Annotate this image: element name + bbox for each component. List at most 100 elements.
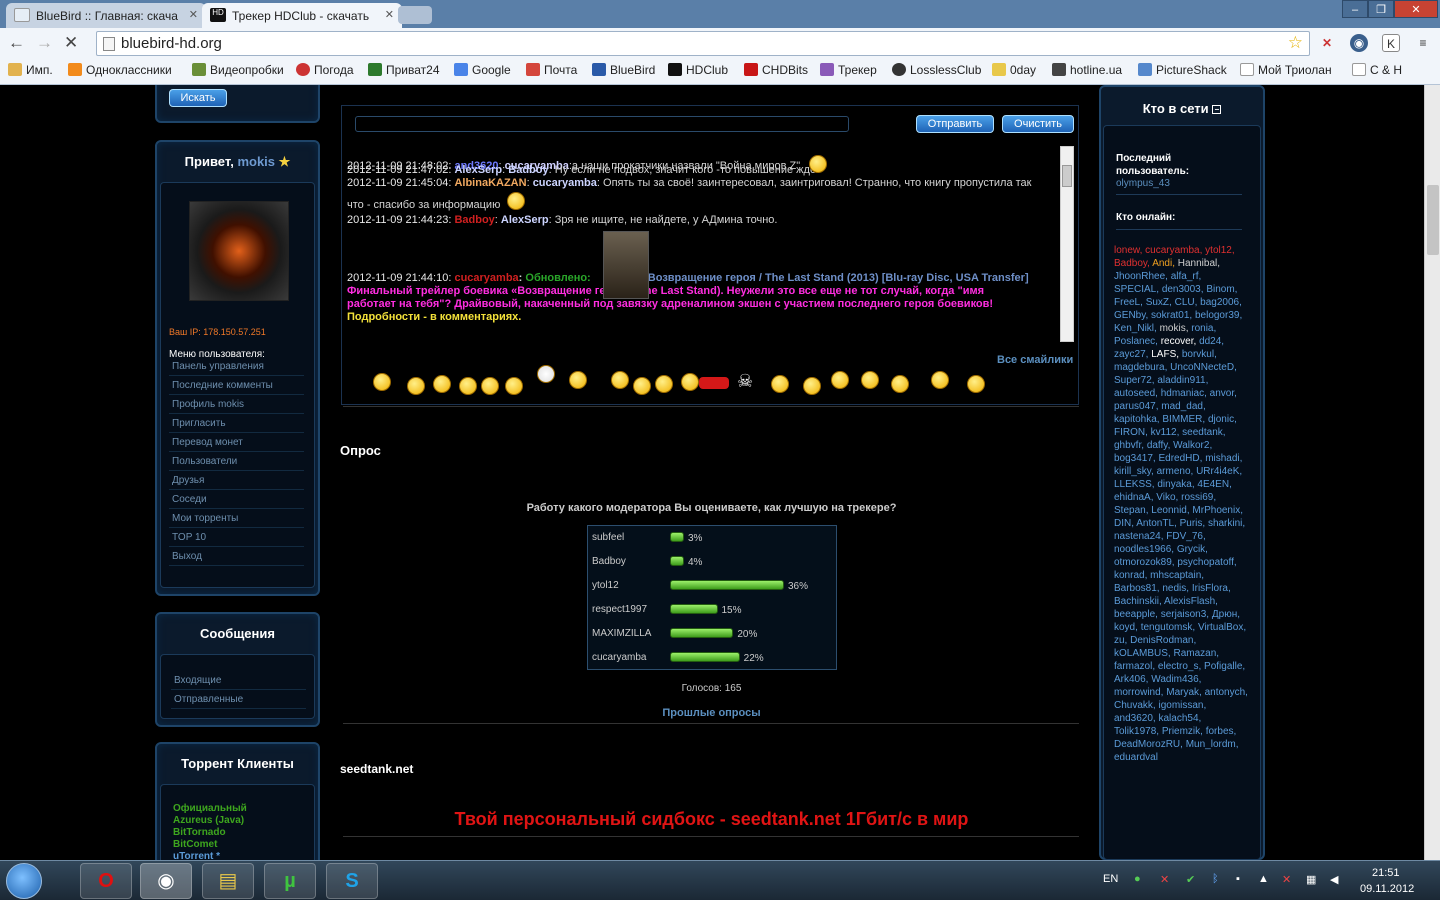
- bookmark[interactable]: 0day: [992, 63, 1036, 77]
- online-user[interactable]: Chuvakk,: [1114, 700, 1158, 711]
- tray-icon[interactable]: ●: [1134, 873, 1141, 885]
- smiley-icon[interactable]: [569, 371, 587, 389]
- online-user[interactable]: anvor,: [1210, 388, 1237, 399]
- skype-icon[interactable]: S: [326, 863, 378, 899]
- network-icon[interactable]: ▦: [1306, 873, 1316, 886]
- bookmark-folder[interactable]: Имп.: [8, 63, 53, 77]
- online-user[interactable]: ghbvfr,: [1114, 440, 1147, 451]
- close-icon[interactable]: ✕: [385, 8, 394, 21]
- online-user[interactable]: Дрюн,: [1212, 609, 1240, 620]
- online-user[interactable]: alfa_rf,: [1171, 271, 1202, 282]
- bookmark[interactable]: Мой Триолан: [1240, 63, 1332, 77]
- close-icon[interactable]: ✕: [189, 8, 198, 21]
- online-user[interactable]: Puris,: [1180, 518, 1208, 529]
- online-user[interactable]: kv112,: [1151, 427, 1183, 438]
- bookmark[interactable]: Одноклассники: [68, 63, 172, 77]
- online-user[interactable]: rossi69,: [1181, 492, 1216, 503]
- online-user[interactable]: JhoonRhee,: [1114, 271, 1171, 282]
- online-user[interactable]: zu,: [1114, 635, 1130, 646]
- menu-top10[interactable]: TOP 10: [169, 528, 304, 547]
- online-user[interactable]: konrad,: [1114, 570, 1150, 581]
- online-user[interactable]: mishadi,: [1205, 453, 1242, 464]
- online-user[interactable]: Wadim436,: [1151, 674, 1201, 685]
- online-user[interactable]: parus047,: [1114, 401, 1161, 412]
- menu-profile[interactable]: Профиль mokis: [169, 395, 304, 414]
- online-user[interactable]: farmazol,: [1114, 661, 1158, 672]
- stop-icon[interactable]: ✕: [64, 33, 78, 53]
- smiley-icon[interactable]: [611, 371, 629, 389]
- avatar[interactable]: [189, 201, 289, 301]
- online-user[interactable]: Barbos81,: [1114, 583, 1162, 594]
- client-link[interactable]: BitComet: [173, 839, 247, 851]
- menu-users[interactable]: Пользователи: [169, 452, 304, 471]
- online-user[interactable]: Andi,: [1152, 258, 1178, 269]
- online-user[interactable]: Leonnid,: [1151, 505, 1192, 516]
- online-user[interactable]: DenisRodman,: [1130, 635, 1196, 646]
- online-user[interactable]: belogor39,: [1195, 310, 1242, 321]
- explorer-icon[interactable]: ▤: [202, 863, 254, 899]
- page-scrollbar[interactable]: [1424, 85, 1440, 860]
- online-user[interactable]: hdmaniac,: [1161, 388, 1210, 399]
- tray-icon[interactable]: ✕: [1160, 873, 1169, 886]
- online-user[interactable]: 4E4EN,: [1197, 479, 1231, 490]
- flower-icon[interactable]: [537, 365, 555, 383]
- online-user[interactable]: Priemzik,: [1162, 726, 1206, 737]
- online-user[interactable]: kalach54,: [1159, 713, 1202, 724]
- online-user[interactable]: Stepan,: [1114, 505, 1151, 516]
- back-icon[interactable]: ←: [8, 33, 25, 53]
- search-button[interactable]: Искать: [169, 89, 227, 107]
- online-user[interactable]: URr4i4eK,: [1196, 466, 1242, 477]
- bookmark[interactable]: С & Н: [1352, 63, 1402, 77]
- online-user[interactable]: CLU,: [1175, 297, 1201, 308]
- online-user[interactable]: bog3417,: [1114, 453, 1159, 464]
- volume-icon[interactable]: ◀: [1330, 873, 1338, 886]
- ad-banner[interactable]: Твой персональный сидбокс - seedtank.net…: [333, 809, 1090, 830]
- bookmark[interactable]: hotline.ua: [1052, 63, 1122, 77]
- bookmark[interactable]: Google: [454, 63, 511, 77]
- send-button[interactable]: Отправить: [916, 115, 994, 133]
- online-user[interactable]: Ramazan,: [1173, 648, 1219, 659]
- online-user[interactable]: zayc27,: [1114, 349, 1151, 360]
- online-user[interactable]: Badboy,: [1114, 258, 1152, 269]
- skull-icon[interactable]: ☠: [737, 371, 753, 392]
- last-user[interactable]: olympus_43: [1116, 178, 1170, 189]
- online-user[interactable]: SPECIAL,: [1114, 284, 1162, 295]
- extension-k-icon[interactable]: K: [1382, 34, 1400, 52]
- collapse-icon[interactable]: −: [1212, 105, 1222, 114]
- online-user[interactable]: eduardval: [1114, 752, 1158, 763]
- smiley-icon[interactable]: [407, 377, 425, 395]
- online-user[interactable]: den3003,: [1162, 284, 1207, 295]
- online-user[interactable]: mokis,: [1160, 323, 1192, 334]
- menu-transfer[interactable]: Перевод монет: [169, 433, 304, 452]
- utorrent-icon[interactable]: µ: [264, 863, 316, 899]
- menu-logout[interactable]: Выход: [169, 547, 304, 566]
- smiley-icon[interactable]: [633, 377, 651, 395]
- online-user[interactable]: DeadMorozRU,: [1114, 739, 1186, 750]
- bookmark[interactable]: BlueBird: [592, 63, 655, 77]
- online-user[interactable]: nedis,: [1162, 583, 1191, 594]
- online-user[interactable]: Viko,: [1156, 492, 1181, 503]
- online-user[interactable]: noodles1966,: [1114, 544, 1177, 555]
- chrome-icon[interactable]: ◉: [140, 863, 192, 899]
- forward-icon[interactable]: →: [36, 33, 53, 53]
- client-link[interactable]: Azureus (Java): [173, 815, 247, 827]
- clear-button[interactable]: Очистить: [1002, 115, 1074, 133]
- globe-icon[interactable]: ◉: [1350, 34, 1368, 52]
- online-user[interactable]: sokrat01,: [1151, 310, 1195, 321]
- opera-icon[interactable]: O: [80, 863, 132, 899]
- online-user[interactable]: MrPhoenix,: [1192, 505, 1243, 516]
- online-users-list[interactable]: lonew, cucaryamba, ytol12, Badboy, Andi,…: [1114, 244, 1248, 764]
- client-link[interactable]: uTorrent *: [173, 851, 247, 860]
- maximize-button[interactable]: ❐: [1368, 0, 1394, 18]
- bookmark[interactable]: Приват24: [368, 63, 440, 77]
- online-user[interactable]: lonew,: [1114, 245, 1145, 256]
- online-user[interactable]: djonic,: [1208, 414, 1237, 425]
- minimize-button[interactable]: –: [1342, 0, 1368, 18]
- shout-scrollbar[interactable]: [1060, 146, 1074, 342]
- car-icon[interactable]: [699, 377, 729, 389]
- smiley-icon[interactable]: [459, 377, 477, 395]
- bookmark[interactable]: LosslessClub: [892, 63, 981, 77]
- online-user[interactable]: FDV_76,: [1166, 531, 1205, 542]
- scroll-thumb[interactable]: [1062, 165, 1072, 187]
- online-user[interactable]: BIMMER,: [1162, 414, 1208, 425]
